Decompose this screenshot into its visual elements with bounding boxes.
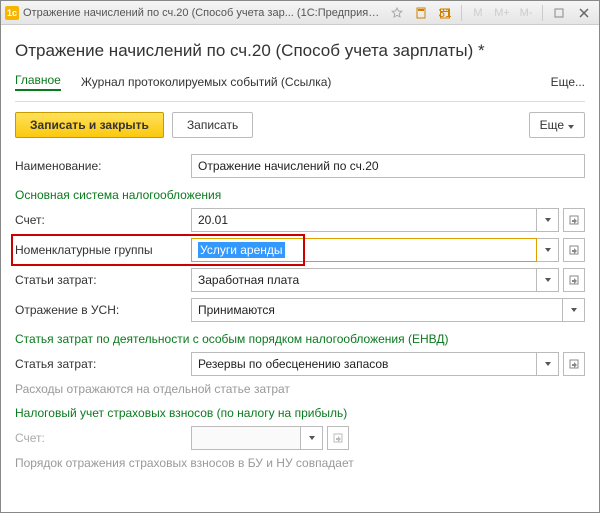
m-plus-button: M+ — [492, 4, 512, 22]
tab-main[interactable]: Главное — [15, 73, 61, 91]
content: Отражение начислений по сч.20 (Способ уч… — [1, 25, 599, 486]
cost2-dropdown-button[interactable] — [537, 352, 559, 376]
usn-label: Отражение в УСН: — [15, 303, 191, 317]
m-button: M — [468, 4, 488, 22]
row-account2: Счет: — [15, 426, 585, 450]
row-account: Счет: — [15, 208, 585, 232]
account2-input — [191, 426, 301, 450]
titlebar-separator — [461, 5, 462, 21]
section-tax-insurance: Налоговый учет страховых взносов (по нал… — [15, 406, 585, 420]
usn-dropdown-button[interactable] — [563, 298, 585, 322]
account2-label: Счет: — [15, 431, 191, 445]
chevron-down-icon — [568, 118, 574, 132]
name-input[interactable] — [191, 154, 585, 178]
nomgroup-open-button[interactable] — [563, 238, 585, 262]
row-cost2: Статья затрат: — [15, 352, 585, 376]
save-button[interactable]: Записать — [172, 112, 253, 138]
row-usn: Отражение в УСН: — [15, 298, 585, 322]
cost-dropdown-button[interactable] — [537, 268, 559, 292]
account-open-button[interactable] — [563, 208, 585, 232]
account2-dropdown-button — [301, 426, 323, 450]
page-title: Отражение начислений по сч.20 (Способ уч… — [15, 41, 585, 61]
calc-icon[interactable] — [411, 4, 431, 22]
account-dropdown-button[interactable] — [537, 208, 559, 232]
section-envd: Статья затрат по деятельности с особым п… — [15, 332, 585, 346]
usn-input[interactable] — [191, 298, 563, 322]
toolbar-more-label: Еще — [540, 118, 564, 132]
favorite-icon[interactable] — [387, 4, 407, 22]
note-envd: Расходы отражаются на отдельной статье з… — [15, 382, 585, 396]
note-insurance: Порядок отражения страховых взносов в БУ… — [15, 456, 585, 470]
nav-more[interactable]: Еще... — [551, 75, 585, 89]
row-name: Наименование: — [15, 154, 585, 178]
close-icon[interactable] — [573, 4, 595, 22]
titlebar: 1c Отражение начислений по сч.20 (Способ… — [1, 1, 599, 25]
account-label: Счет: — [15, 213, 191, 227]
account-input[interactable] — [191, 208, 537, 232]
toolbar: Записать и закрыть Записать Еще — [15, 102, 585, 148]
row-cost: Статьи затрат: — [15, 268, 585, 292]
nav-row: Главное Журнал протоколируемых событий (… — [15, 73, 585, 102]
account2-open-button — [327, 426, 349, 450]
svg-text:31: 31 — [439, 7, 451, 19]
window-title: Отражение начислений по сч.20 (Способ уч… — [23, 7, 383, 19]
save-close-button[interactable]: Записать и закрыть — [15, 112, 164, 138]
calendar-icon[interactable]: 31 — [435, 4, 455, 22]
nomgroup-input[interactable]: Услуги аренды — [191, 238, 537, 262]
m-minus-button: M- — [516, 4, 536, 22]
cost2-open-button[interactable] — [563, 352, 585, 376]
app-icon: 1c — [5, 6, 19, 20]
nomgroup-dropdown-button[interactable] — [537, 238, 559, 262]
row-nomgroup: Номенклатурные группы Услуги аренды — [15, 238, 585, 262]
nomgroup-label: Номенклатурные группы — [15, 243, 191, 257]
name-label: Наименование: — [15, 159, 191, 173]
section-main-tax: Основная система налогообложения — [15, 188, 585, 202]
titlebar-separator-2 — [542, 5, 543, 21]
tab-journal[interactable]: Журнал протоколируемых событий (Ссылка) — [81, 75, 332, 89]
window: 1c Отражение начислений по сч.20 (Способ… — [0, 0, 600, 513]
window-collapse-icon[interactable] — [549, 4, 569, 22]
nomgroup-value-selected: Услуги аренды — [198, 242, 285, 258]
toolbar-more-button[interactable]: Еще — [529, 112, 585, 138]
cost-open-button[interactable] — [563, 268, 585, 292]
cost-label: Статьи затрат: — [15, 273, 191, 287]
cost2-label: Статья затрат: — [15, 357, 191, 371]
cost-input[interactable] — [191, 268, 537, 292]
cost2-input[interactable] — [191, 352, 537, 376]
